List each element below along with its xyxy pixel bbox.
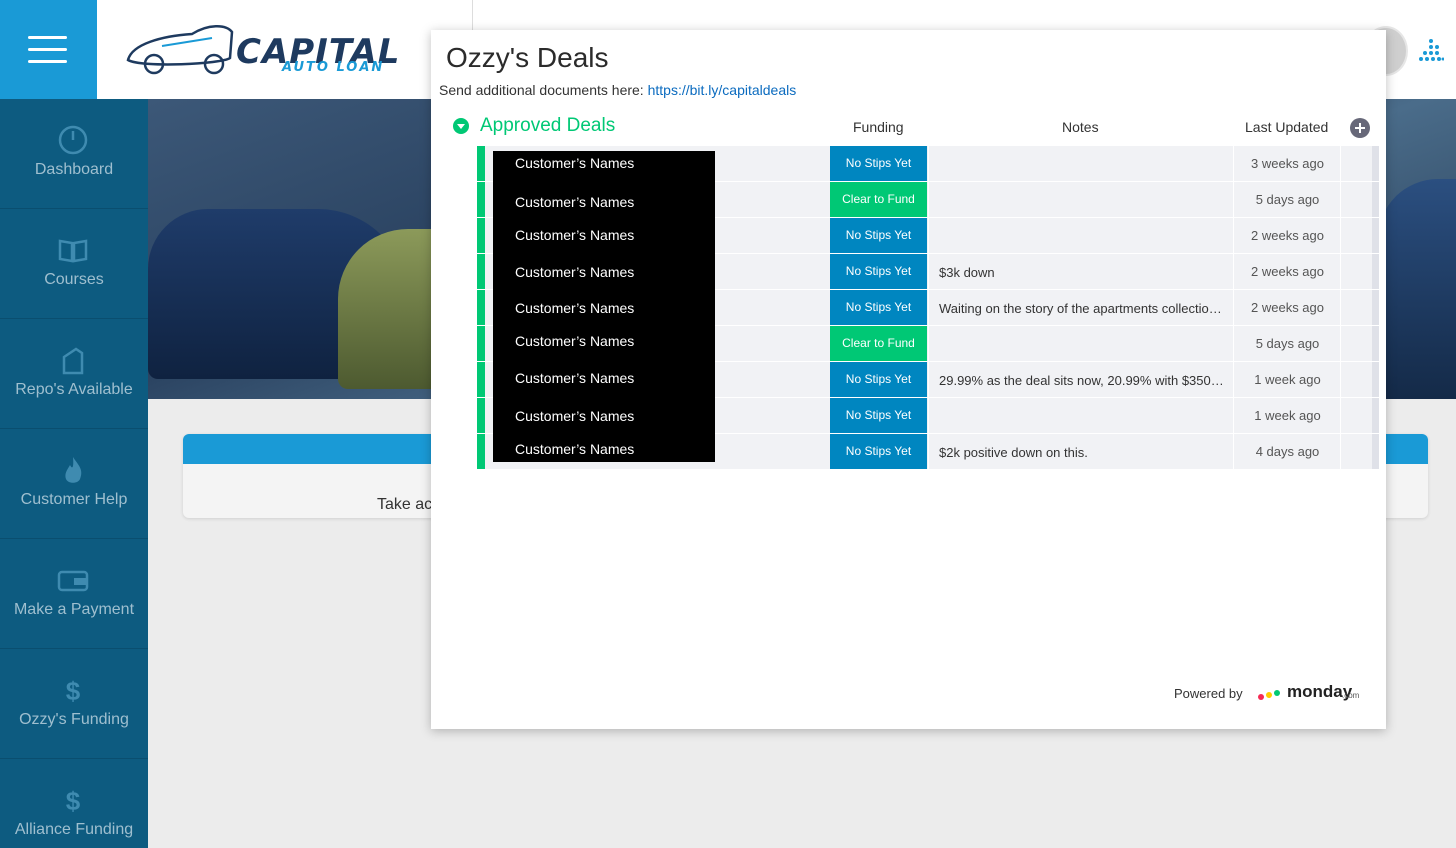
notes-cell[interactable]: Waiting on the story of the apartments c… — [928, 290, 1234, 325]
last-updated-cell: 1 week ago — [1235, 398, 1341, 433]
row-edge — [1372, 182, 1379, 217]
column-header-last-updated[interactable]: Last Updated — [1245, 119, 1328, 135]
customer-name[interactable]: Customer’s Names — [515, 300, 634, 316]
group-title[interactable]: Approved Deals — [480, 115, 615, 137]
board-description: Send additional documents here: https://… — [439, 82, 796, 98]
notes-cell[interactable] — [928, 146, 1234, 181]
funding-status[interactable]: Clear to Fund — [830, 182, 927, 217]
group-color-bar — [477, 146, 485, 181]
sidebar-item-label: Make a Payment — [13, 601, 135, 618]
group-color-bar — [477, 254, 485, 289]
group-color-bar — [477, 434, 485, 469]
row-edge — [1372, 218, 1379, 253]
row-edge — [1372, 398, 1379, 433]
notes-cell[interactable] — [928, 326, 1234, 361]
svg-text:$: $ — [66, 786, 81, 816]
sidebar-item-label: Dashboard — [34, 161, 114, 178]
group-color-bar — [477, 326, 485, 361]
last-updated-cell: 2 weeks ago — [1235, 218, 1341, 253]
apps-dots-icon[interactable] — [1418, 38, 1444, 64]
menu-icon-line — [28, 60, 67, 63]
logo-subtitle: AUTO LOAN — [282, 60, 385, 75]
sidebar: Dashboard Courses Repo's Available Custo… — [0, 99, 148, 848]
funding-status[interactable]: No Stips Yet — [830, 254, 927, 289]
sidebar-item-alliance-funding[interactable]: $ Alliance Funding — [0, 759, 148, 848]
row-edge — [1372, 290, 1379, 325]
menu-icon-line — [28, 36, 67, 39]
column-header-notes[interactable]: Notes — [1062, 119, 1099, 135]
group-color-bar — [477, 398, 485, 433]
notes-cell[interactable] — [928, 398, 1234, 433]
sidebar-item-repos[interactable]: Repo's Available — [0, 319, 148, 429]
add-column-plus-icon[interactable] — [1350, 118, 1370, 138]
flame-icon — [65, 457, 82, 483]
funding-status[interactable]: No Stips Yet — [830, 218, 927, 253]
book-icon — [58, 239, 88, 263]
customer-name[interactable]: Customer’s Names — [515, 227, 634, 243]
sidebar-item-label: Customer Help — [20, 491, 128, 508]
customer-name[interactable]: Customer’s Names — [515, 194, 634, 210]
group-color-bar — [477, 182, 485, 217]
dollar-icon: $ — [66, 676, 81, 706]
menu-button[interactable] — [0, 0, 97, 99]
row-edge — [1372, 434, 1379, 469]
redacted-names-overlay: Customer’s Names Customer’s Names Custom… — [493, 151, 715, 462]
last-updated-cell: 5 days ago — [1235, 182, 1341, 217]
wallet-icon — [57, 570, 89, 592]
customer-name[interactable]: Customer’s Names — [515, 408, 634, 424]
svg-text:$: $ — [66, 676, 81, 706]
sidebar-item-label: Alliance Funding — [14, 821, 134, 838]
customer-name[interactable]: Customer’s Names — [515, 264, 634, 280]
last-updated-cell: 4 days ago — [1235, 434, 1341, 469]
customer-name[interactable]: Customer’s Names — [515, 333, 634, 349]
sidebar-item-label: Ozzy's Funding — [19, 711, 129, 728]
car-image — [1378, 179, 1456, 399]
notes-cell[interactable] — [928, 182, 1234, 217]
gauge-icon — [58, 125, 88, 155]
customer-name[interactable]: Customer’s Names — [515, 441, 634, 457]
row-edge — [1372, 146, 1379, 181]
group-color-bar — [477, 218, 485, 253]
last-updated-cell: 3 weeks ago — [1235, 146, 1341, 181]
group-color-bar — [477, 290, 485, 325]
funding-status[interactable]: Clear to Fund — [830, 326, 927, 361]
row-edge — [1372, 254, 1379, 289]
card-text: Take ac — [377, 496, 433, 513]
description-text: Send additional documents here: — [439, 82, 648, 98]
column-header-funding[interactable]: Funding — [853, 119, 904, 135]
menu-icon-line — [28, 48, 67, 51]
last-updated-cell: 1 week ago — [1235, 362, 1341, 397]
documents-link[interactable]: https://bit.ly/capitaldeals — [648, 82, 797, 98]
funding-status[interactable]: No Stips Yet — [830, 398, 927, 433]
sidebar-item-courses[interactable]: Courses — [0, 209, 148, 319]
monday-wordmark-suffix: .com — [1342, 691, 1360, 700]
group-color-bar — [477, 362, 485, 397]
notes-cell[interactable]: 29.99% as the deal sits now, 20.99% with… — [928, 362, 1234, 397]
powered-by-label: Powered by — [1174, 686, 1243, 701]
notes-cell[interactable]: $3k down — [928, 254, 1234, 289]
notes-cell[interactable] — [928, 218, 1234, 253]
last-updated-cell: 5 days ago — [1235, 326, 1341, 361]
sidebar-item-customer-help[interactable]: Customer Help — [0, 429, 148, 539]
sidebar-item-dashboard[interactable]: Dashboard — [0, 99, 148, 209]
row-edge — [1372, 326, 1379, 361]
notes-cell[interactable]: $2k positive down on this. — [928, 434, 1234, 469]
dollar-icon: $ — [66, 786, 81, 816]
customer-name[interactable]: Customer’s Names — [515, 370, 634, 386]
funding-status[interactable]: No Stips Yet — [830, 290, 927, 325]
sidebar-item-label: Repo's Available — [15, 381, 133, 398]
group-collapse-toggle-icon[interactable] — [453, 118, 469, 134]
last-updated-cell: 2 weeks ago — [1235, 254, 1341, 289]
sidebar-item-make-payment[interactable]: Make a Payment — [0, 539, 148, 649]
funding-status[interactable]: No Stips Yet — [830, 434, 927, 469]
sidebar-item-ozzys-funding[interactable]: $ Ozzy's Funding — [0, 649, 148, 759]
funding-status[interactable]: No Stips Yet — [830, 362, 927, 397]
lock-icon — [62, 347, 84, 375]
customer-name[interactable]: Customer’s Names — [515, 155, 634, 171]
row-edge — [1372, 362, 1379, 397]
last-updated-cell: 2 weeks ago — [1235, 290, 1341, 325]
board-title: Ozzy's Deals — [446, 42, 609, 73]
funding-status[interactable]: No Stips Yet — [830, 146, 927, 181]
sidebar-item-label: Courses — [44, 271, 104, 288]
